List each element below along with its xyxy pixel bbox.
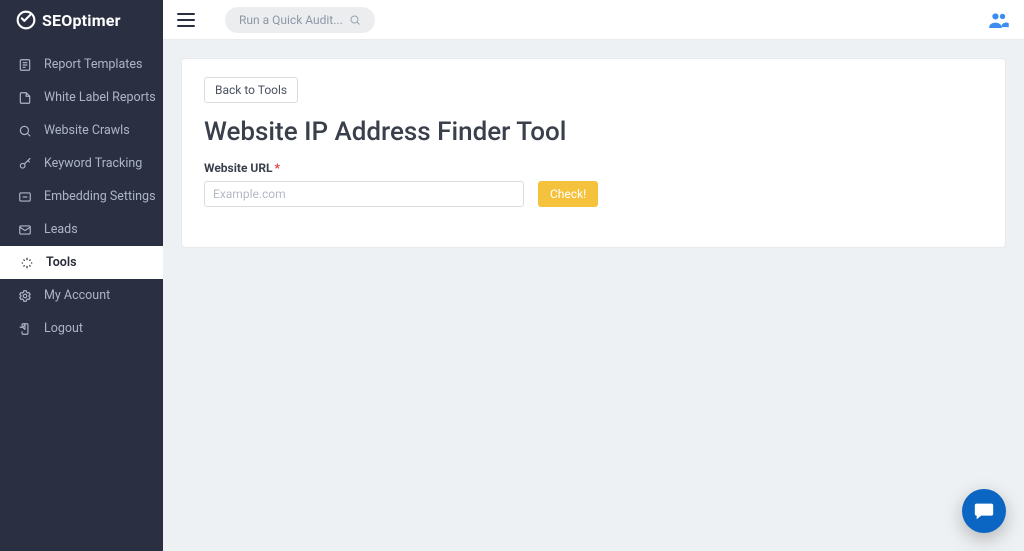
menu-toggle-icon[interactable] [177, 13, 195, 27]
required-asterisk: * [275, 161, 280, 175]
url-form: Website URL* Check! [204, 161, 983, 207]
logout-icon [18, 322, 32, 336]
search-icon [18, 124, 32, 138]
sidebar-item-logout[interactable]: Logout [0, 312, 163, 345]
sidebar-item-leads[interactable]: Leads [0, 213, 163, 246]
sidebar-item-label: My Account [44, 288, 110, 303]
mail-icon [18, 223, 32, 237]
main: Run a Quick Audit... Back to Tools Websi… [163, 0, 1024, 551]
sidebar-item-label: Embedding Settings [44, 189, 156, 204]
embed-icon [18, 190, 32, 204]
sidebar-item-report-templates[interactable]: Report Templates [0, 48, 163, 81]
sidebar-item-label: Website Crawls [44, 123, 130, 138]
sidebar-item-label: Leads [44, 222, 78, 237]
sidebar-item-my-account[interactable]: My Account [0, 279, 163, 312]
chat-icon [973, 500, 995, 522]
brand-name: SEOptimer [42, 11, 121, 30]
content: Back to Tools Website IP Address Finder … [163, 40, 1024, 551]
chat-widget[interactable] [962, 489, 1006, 533]
page-title: Website IP Address Finder Tool [204, 117, 983, 147]
check-button[interactable]: Check! [538, 181, 598, 207]
sidebar-item-label: Tools [46, 255, 77, 270]
url-input[interactable] [204, 181, 524, 207]
sidebar-item-label: Logout [44, 321, 83, 336]
logo[interactable]: SEOptimer [0, 0, 163, 40]
sidebar-item-label: Keyword Tracking [44, 156, 142, 171]
key-icon [18, 157, 32, 171]
url-field-group: Website URL* [204, 161, 524, 207]
sidebar-nav: Report Templates White Label Reports Web… [0, 48, 163, 345]
tool-card: Back to Tools Website IP Address Finder … [181, 58, 1006, 248]
sidebar-item-keyword-tracking[interactable]: Keyword Tracking [0, 147, 163, 180]
template-icon [18, 58, 32, 72]
users-icon[interactable] [988, 12, 1010, 28]
gear-icon [18, 289, 32, 303]
sidebar-item-website-crawls[interactable]: Website Crawls [0, 114, 163, 147]
logo-icon [16, 10, 36, 30]
sidebar-item-embedding[interactable]: Embedding Settings [0, 180, 163, 213]
document-icon [18, 91, 32, 105]
search-placeholder: Run a Quick Audit... [239, 13, 343, 27]
sidebar-item-white-label[interactable]: White Label Reports [0, 81, 163, 114]
sidebar-item-tools[interactable]: Tools [0, 246, 163, 279]
sidebar: SEOptimer Report Templates White Label R… [0, 0, 163, 551]
back-button[interactable]: Back to Tools [204, 77, 298, 103]
sidebar-item-label: White Label Reports [44, 90, 156, 105]
quick-audit-search[interactable]: Run a Quick Audit... [225, 7, 375, 33]
topbar: Run a Quick Audit... [163, 0, 1024, 40]
url-label: Website URL* [204, 161, 524, 175]
search-icon [349, 14, 361, 26]
tool-icon [20, 256, 34, 270]
sidebar-item-label: Report Templates [44, 57, 142, 72]
